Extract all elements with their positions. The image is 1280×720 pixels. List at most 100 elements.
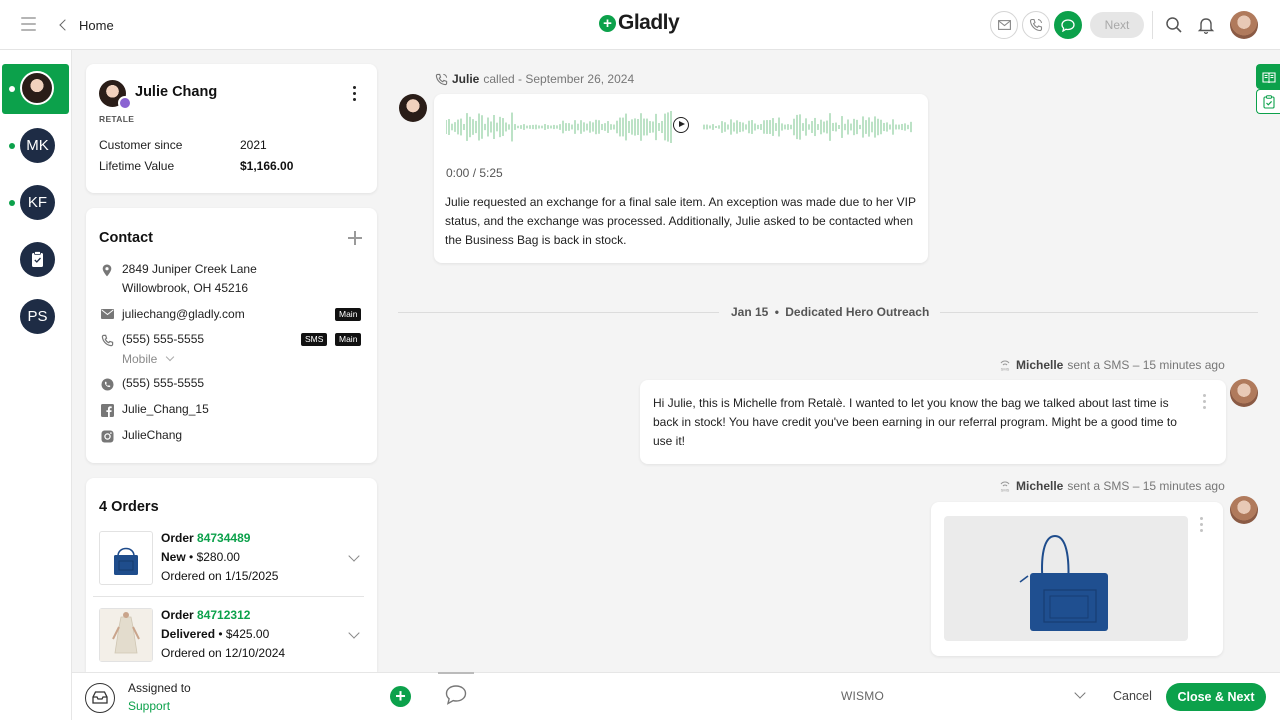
- chat-icon: [1061, 18, 1075, 32]
- phone-number[interactable]: (555) 555-5555: [122, 330, 204, 349]
- order-number: 84712312: [197, 608, 251, 622]
- divider-date: Jan 15: [731, 305, 769, 319]
- rail-item-kf[interactable]: KF: [20, 185, 55, 220]
- chevron-down-icon[interactable]: [348, 627, 360, 639]
- order-thumbnail[interactable]: [99, 531, 153, 585]
- search-icon[interactable]: [1164, 15, 1184, 35]
- tasks-tab[interactable]: [1256, 89, 1280, 114]
- agent-avatar[interactable]: [1230, 11, 1258, 39]
- sms-action: sent a SMS – 15 minutes ago: [1067, 479, 1225, 493]
- rail-item-mk[interactable]: MK: [20, 128, 55, 163]
- customer-since-label: Customer since: [99, 138, 183, 152]
- order-price: $425.00: [225, 627, 270, 641]
- email-icon: [100, 307, 114, 321]
- vip-badge-icon: [118, 96, 132, 110]
- call-header: Julie called - September 26, 2024: [435, 72, 634, 86]
- chevron-down-icon[interactable]: [1074, 687, 1086, 699]
- add-contact-icon[interactable]: [348, 231, 362, 245]
- call-recording-card: 0:00 / 5:25 Julie requested an exchange …: [434, 94, 928, 263]
- sms-header: SMS Michelle sent a SMS – 15 minutes ago: [998, 479, 1225, 493]
- chevron-left-icon: [59, 19, 71, 31]
- back-home-link[interactable]: Home: [58, 16, 114, 34]
- order-status-line: Delivered • $425.00: [161, 627, 270, 641]
- chat-channel-button[interactable]: [1054, 11, 1082, 39]
- sms-action: sent a SMS – 15 minutes ago: [1067, 358, 1225, 372]
- assigned-to-label: Assigned to: [128, 681, 191, 695]
- instagram-handle[interactable]: JulieChang: [122, 426, 182, 445]
- address-line1[interactable]: 2849 Juniper Creek Lane: [122, 260, 257, 279]
- product-image[interactable]: [944, 516, 1188, 641]
- more-options-icon[interactable]: [353, 86, 357, 101]
- email-channel-button[interactable]: [990, 11, 1018, 39]
- address-line2[interactable]: Willowbrook, OH 45216: [122, 279, 248, 298]
- gladly-logo: + Gladly: [599, 11, 680, 35]
- phone-call-icon: [435, 73, 448, 85]
- message-options-icon[interactable]: [1200, 517, 1204, 532]
- knowledge-base-tab[interactable]: [1256, 64, 1280, 89]
- customer-name: Julie Chang: [135, 84, 218, 100]
- order-date: Ordered on 12/10/2024: [161, 646, 286, 660]
- assigned-team-link[interactable]: Support: [128, 699, 170, 713]
- order-thumbnail[interactable]: [99, 608, 153, 662]
- instagram-icon: [100, 429, 114, 443]
- whatsapp-number[interactable]: (555) 555-5555: [122, 374, 204, 393]
- inbox-icon[interactable]: [85, 683, 115, 713]
- rail-item-ps[interactable]: PS: [20, 299, 55, 334]
- sender-name: Michelle: [1016, 479, 1064, 493]
- phone-type-select[interactable]: Mobile: [122, 352, 174, 366]
- order-number-line[interactable]: Order 84712312: [161, 606, 250, 625]
- sms-icon: SMS: [1000, 481, 1010, 492]
- phone-sms-badge: SMS: [301, 333, 328, 346]
- close-and-next-button[interactable]: Close & Next: [1166, 683, 1266, 711]
- sms-text: Hi Julie, this is Michelle from Retalè. …: [653, 396, 1177, 448]
- customer-brand-tag: RETALE: [99, 114, 135, 124]
- chevron-down-icon[interactable]: [348, 550, 360, 562]
- svg-text:SMS: SMS: [1001, 367, 1010, 372]
- conversation-rail: MK KF PS: [0, 50, 72, 720]
- email-icon: [997, 20, 1011, 30]
- phone-channel-button[interactable]: [1022, 11, 1050, 39]
- comment-icon[interactable]: [444, 684, 468, 706]
- divider-label: Dedicated Hero Outreach: [785, 305, 930, 319]
- whatsapp-icon: [100, 377, 114, 391]
- customer-since-value: 2021: [240, 138, 267, 152]
- order-price: $280.00: [196, 550, 240, 564]
- sms-image-bubble: [931, 502, 1223, 656]
- next-button[interactable]: Next: [1090, 12, 1144, 38]
- composer-bar: Assigned to Support + WISMO Cancel Close…: [72, 672, 1280, 720]
- play-button-icon[interactable]: [673, 117, 689, 133]
- email-address[interactable]: juliechang@gladly.com: [122, 305, 245, 324]
- order-number-line[interactable]: Order 84734489: [161, 529, 250, 548]
- email-main-badge: Main: [335, 308, 362, 321]
- divider-line: [398, 312, 719, 313]
- online-indicator: [9, 200, 15, 206]
- divider-line: [940, 312, 1258, 313]
- book-icon: [1261, 71, 1276, 83]
- order-label: Order: [161, 608, 194, 622]
- phone-icon: [100, 333, 114, 347]
- composer-tab-indicator: [438, 672, 474, 674]
- order-separator: [93, 596, 364, 597]
- lifetime-value-value: $1,166.00: [240, 159, 294, 173]
- customer-avatar[interactable]: [20, 71, 54, 105]
- menu-icon[interactable]: [21, 17, 36, 31]
- call-summary: Julie requested an exchange for a final …: [445, 195, 916, 247]
- bell-icon[interactable]: [1196, 15, 1216, 35]
- phone-main-badge: Main: [335, 333, 362, 346]
- logo-text: Gladly: [618, 11, 680, 34]
- conversation-divider: Jan 15 • Dedicated Hero Outreach: [731, 305, 929, 319]
- facebook-handle[interactable]: Julie_Chang_15: [122, 400, 209, 419]
- topic-select[interactable]: WISMO: [841, 689, 884, 703]
- online-indicator: [9, 143, 15, 149]
- add-button[interactable]: +: [390, 686, 411, 707]
- online-indicator: [9, 86, 15, 92]
- rail-item-tasks[interactable]: [20, 242, 55, 277]
- sms-message-bubble: Hi Julie, this is Michelle from Retalè. …: [640, 380, 1226, 464]
- order-status: New: [161, 550, 186, 564]
- back-label: Home: [79, 17, 114, 33]
- order-date: Ordered on 1/15/2025: [161, 569, 279, 583]
- agent-message-avatar: [1230, 379, 1258, 407]
- cancel-button[interactable]: Cancel: [1113, 689, 1152, 703]
- message-options-icon[interactable]: [1203, 394, 1207, 409]
- order-number: 84734489: [197, 531, 251, 545]
